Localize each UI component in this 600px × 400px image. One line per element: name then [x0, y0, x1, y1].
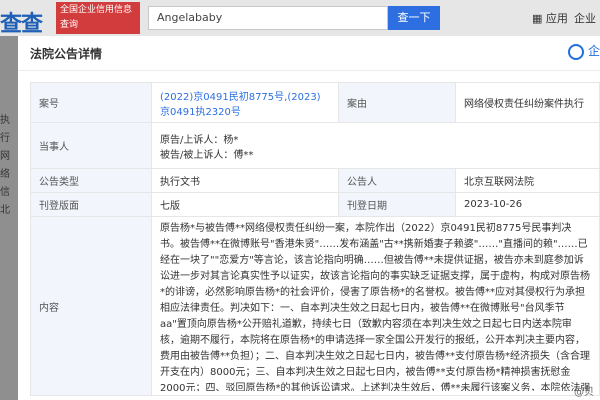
table-row: 当事人 原告/上诉人：杨* 被告/被上诉人：傅**	[30, 122, 600, 169]
background-side-text: 执 行 网络 信 北	[0, 112, 18, 220]
side-line: 执	[0, 115, 10, 126]
top-bar: 查查 全国企业信用信息查询 官方备案企业征信机构 Angelababy 查一下 …	[0, 0, 600, 38]
side-line: 网络	[0, 151, 10, 180]
table-row: 案号 (2022)京0491民初8775号,(2023)京0491执2320号 …	[30, 82, 600, 123]
page-value: 七版	[151, 192, 339, 217]
search-input[interactable]: Angelababy	[148, 6, 388, 30]
app-menu-label: 应用	[545, 12, 568, 25]
side-line: 信	[0, 187, 10, 198]
defendant-text: 被告/被上诉人：傅**	[160, 149, 254, 161]
brand-label: 企	[587, 44, 600, 58]
content-cell: 原告杨*与被告傅**网络侵权责任纠纷一案，本院作出（2022）京0491民初87…	[151, 216, 600, 396]
brand-badge: 企	[567, 42, 600, 60]
watermark: @贝	[574, 387, 594, 398]
modal-title: 法院公告详情	[30, 47, 103, 61]
publish-date-value: 2023-10-26	[455, 192, 600, 217]
content-label: 内容	[30, 216, 152, 396]
court-notice-modal: 法院公告详情 企 案号 (2022)京0491民初8775号,(2023)京04…	[18, 36, 600, 400]
grid-icon: ▦	[532, 12, 543, 25]
slogan-banner: 全国企业信用信息查询 官方备案企业征信机构	[56, 2, 140, 34]
publish-date-label: 刊登日期	[338, 192, 456, 217]
cause-label: 案由	[338, 82, 456, 123]
app-menu[interactable]: ▦ 应用	[532, 10, 568, 26]
site-logo[interactable]: 查查	[0, 6, 43, 38]
notice-detail-table: 案号 (2022)京0491民初8775号,(2023)京0491执2320号 …	[30, 82, 600, 396]
announcer-label: 公告人	[338, 168, 456, 193]
modal-header: 法院公告详情 企	[18, 36, 600, 71]
enterprise-link[interactable]: 企业	[574, 10, 596, 26]
plaintiff-text: 原告/上诉人：杨*	[160, 134, 239, 146]
cause-value: 网络侵权责任纠纷案件执行	[455, 82, 600, 123]
table-row: 内容 原告杨*与被告傅**网络侵权责任纠纷一案，本院作出（2022）京0491民…	[30, 216, 600, 396]
notice-type-label: 公告类型	[30, 168, 152, 193]
content-text: 原告杨*与被告傅**网络侵权责任纠纷一案，本院作出（2022）京0491民初87…	[160, 223, 591, 391]
table-row: 刊登版面 七版 刊登日期 2023-10-26	[30, 192, 600, 217]
case-number-cell: (2022)京0491民初8775号,(2023)京0491执2320号	[151, 82, 339, 123]
table-row: 公告类型 执行文书 公告人 北京互联网法院	[30, 168, 600, 193]
case-number-link[interactable]: (2022)京0491民初8775号,(2023)京0491执2320号	[160, 92, 321, 118]
search-button[interactable]: 查一下	[388, 6, 440, 30]
notice-type-value: 执行文书	[151, 168, 339, 193]
side-line: 行	[0, 133, 10, 144]
party-cell: 原告/上诉人：杨* 被告/被上诉人：傅**	[151, 122, 600, 169]
page-label: 刊登版面	[30, 192, 152, 217]
party-label: 当事人	[30, 122, 152, 169]
side-line: 北	[0, 205, 10, 216]
brand-logo-icon	[567, 43, 584, 60]
case-number-label: 案号	[30, 82, 152, 123]
announcer-value: 北京互联网法院	[455, 168, 600, 193]
